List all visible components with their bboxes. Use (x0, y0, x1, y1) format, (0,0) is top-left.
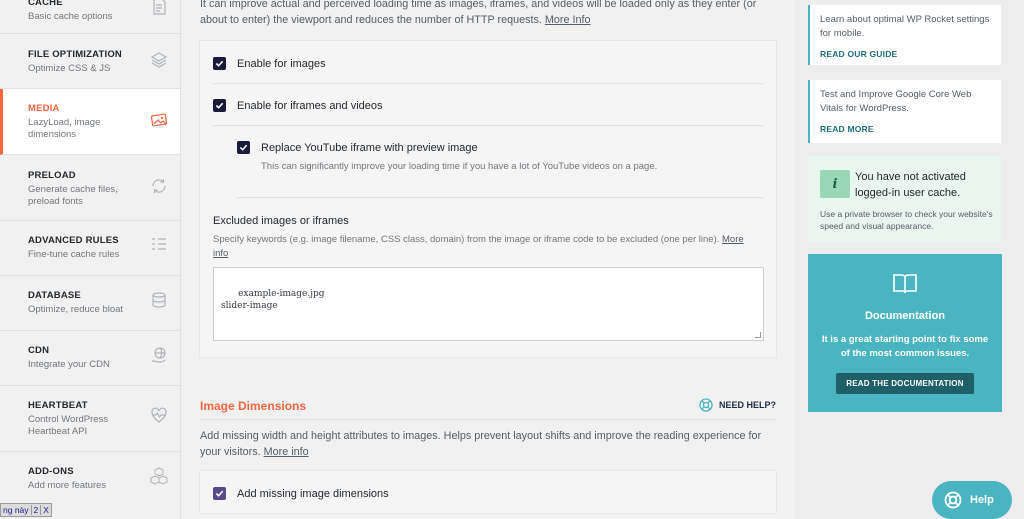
checkmark-icon (215, 102, 224, 109)
sidebar-item-file-optimization[interactable]: FILE OPTIMIZATION Optimize CSS & JS (0, 34, 180, 89)
sidebar-item-preload[interactable]: PRELOAD Generate cache files, preload fo… (0, 155, 180, 221)
checkmark-icon (215, 490, 224, 497)
documentation-title: Documentation (864, 310, 946, 322)
resize-handle[interactable] (755, 332, 761, 338)
core-web-vitals-card: Test and Improve Google Core Web Vitals … (808, 80, 1001, 143)
list-icon (152, 238, 166, 250)
sidebar-item-cdn[interactable]: CDN Integrate your CDN (0, 331, 180, 386)
layers-icon (150, 52, 168, 68)
sidebar-item-subtitle: Control WordPress Heartbeat API (28, 414, 109, 437)
sidebar-item-cache[interactable]: CACHE Basic cache options (0, 0, 180, 34)
enable-iframes-checkbox[interactable] (213, 99, 226, 112)
excluded-keywords-value: example-image.jpg slider-image (221, 289, 325, 311)
enable-images-option[interactable]: Enable for images (213, 57, 326, 70)
ime-number-button[interactable]: 2 (30, 505, 41, 515)
documentation-description: It is a great starting point to fix some… (821, 334, 989, 359)
excluded-keywords-textarea[interactable]: example-image.jpg slider-image (213, 267, 764, 341)
database-icon (152, 292, 166, 308)
read-documentation-button[interactable]: READ THE DOCUMENTATION (836, 373, 974, 394)
divider (213, 83, 763, 84)
heartbeat-icon (151, 407, 167, 423)
sidebar-item-subtitle: Generate cache files, preload fonts (28, 184, 118, 207)
globe-hand-icon (151, 347, 166, 363)
sidebar-item-advanced-rules[interactable]: ADVANCED RULES Fine-tune cache rules (0, 221, 180, 276)
sidebar-item-media[interactable]: MEDIA LazyLoad, image dimensions (0, 89, 180, 155)
enable-iframes-option[interactable]: Enable for iframes and videos (213, 99, 383, 112)
sidebar-item-subtitle: LazyLoad, image dimensions (28, 117, 101, 140)
media-settings-panel: It can improve actual and perceived load… (181, 0, 795, 519)
lazyload-options-card: Enable for images Enable for iframes and… (199, 40, 777, 358)
cubes-icon (150, 467, 168, 485)
enable-iframes-label: Enable for iframes and videos (237, 99, 383, 112)
user-cache-notice-title: You have not activated logged-in user ca… (855, 171, 966, 199)
read-guide-link[interactable]: READ OUR GUIDE (820, 49, 991, 59)
core-web-vitals-text: Test and Improve Google Core Web Vitals … (820, 89, 972, 114)
refresh-icon (152, 179, 166, 193)
divider (200, 419, 777, 420)
image-icon (150, 113, 168, 127)
excluded-title: Excluded images or iframes (213, 215, 349, 227)
checkmark-icon (215, 60, 224, 67)
mobile-guide-card: Learn about optimal WP Rocket settings f… (808, 5, 1001, 65)
youtube-preview-option[interactable]: Replace YouTube iframe with preview imag… (237, 141, 478, 154)
image-dimensions-title: Image Dimensions (200, 399, 307, 413)
youtube-preview-checkbox[interactable] (237, 141, 250, 154)
lifebuoy-icon (944, 491, 962, 509)
checkmark-icon (239, 144, 248, 151)
divider (237, 197, 763, 198)
help-label: Help (970, 494, 994, 506)
settings-sidebar: CACHE Basic cache options FILE OPTIMIZAT… (0, 0, 181, 519)
image-dimensions-more-info-link[interactable]: More info (264, 446, 309, 458)
user-cache-notice-description: Use a private browser to check your webs… (820, 209, 993, 231)
image-dimensions-description: Add missing width and height attributes … (200, 428, 780, 460)
right-sidebar: Learn about optimal WP Rocket settings f… (795, 0, 1024, 519)
need-help-link[interactable]: NEED HELP? (699, 398, 776, 412)
need-help-label: NEED HELP? (719, 400, 777, 410)
enable-images-checkbox[interactable] (213, 57, 226, 70)
add-dimensions-option[interactable]: Add missing image dimensions (213, 487, 389, 500)
excluded-description-text: Specify keywords (e.g. image filename, C… (213, 234, 720, 245)
ime-toolbar: ng này 2 X (0, 503, 52, 517)
ime-text: ng này (3, 505, 29, 515)
read-more-link[interactable]: READ MORE (820, 124, 991, 134)
lifebuoy-icon (699, 398, 713, 412)
excluded-description: Specify keywords (e.g. image filename, C… (213, 233, 761, 261)
enable-images-label: Enable for images (237, 57, 326, 70)
info-icon: i (820, 170, 850, 198)
add-dimensions-checkbox[interactable] (213, 487, 226, 500)
book-icon (893, 274, 917, 294)
sidebar-item-database[interactable]: DATABASE Optimize, reduce bloat (0, 276, 180, 331)
divider (213, 125, 763, 126)
more-info-link[interactable]: More Info (545, 14, 591, 26)
add-dimensions-label: Add missing image dimensions (237, 487, 389, 500)
mobile-guide-text: Learn about optimal WP Rocket settings f… (820, 14, 990, 39)
youtube-preview-label: Replace YouTube iframe with preview imag… (261, 141, 478, 154)
lazyload-intro-text: It can improve actual and perceived load… (200, 0, 757, 26)
document-icon (153, 0, 166, 15)
lazyload-intro: It can improve actual and perceived load… (200, 0, 780, 28)
sidebar-item-heartbeat[interactable]: HEARTBEAT Control WordPress Heartbeat AP… (0, 386, 180, 452)
image-dimensions-card: Add missing image dimensions (199, 470, 777, 514)
documentation-card: Documentation It is a great starting poi… (808, 254, 1002, 412)
user-cache-notice: i You have not activated logged-in user … (808, 156, 1001, 242)
help-button[interactable]: Help (932, 481, 1012, 519)
youtube-preview-description: This can significantly improve your load… (261, 161, 658, 172)
ime-close-button[interactable]: X (40, 505, 51, 515)
